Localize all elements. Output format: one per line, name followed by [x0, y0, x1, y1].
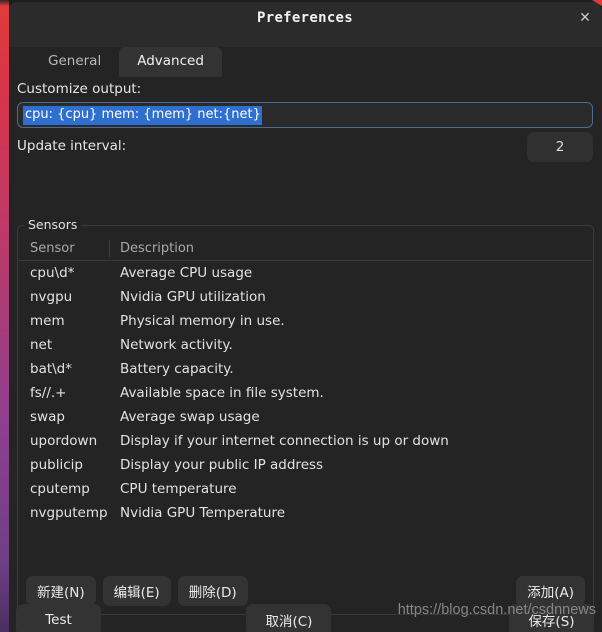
cell-description: Nvidia GPU utilization	[110, 289, 266, 305]
update-interval-spinner[interactable]: 2	[527, 132, 593, 162]
sensors-table-header: Sensor Description	[19, 236, 592, 261]
table-row[interactable]: cpu\d*Average CPU usage	[19, 261, 592, 285]
cell-description: Average CPU usage	[110, 265, 252, 281]
cancel-button[interactable]: 取消(C)	[246, 604, 331, 632]
table-row[interactable]: publicipDisplay your public IP address	[19, 453, 592, 477]
customize-output-field-wrap: cpu: {cpu} mem: {mem} net:{net}	[8, 100, 602, 128]
sensors-group-title: Sensors	[24, 217, 81, 232]
table-row[interactable]: cputempCPU temperature	[19, 477, 592, 501]
cell-description: Physical memory in use.	[110, 313, 285, 329]
cell-description: Display your public IP address	[110, 457, 323, 473]
cell-sensor: cpu\d*	[19, 265, 110, 281]
screenshot-root: Preferences ✕ General Advanced Customize…	[0, 0, 602, 632]
table-row[interactable]: nvgpuNvidia GPU utilization	[19, 285, 592, 309]
table-row[interactable]: nvgputempNvidia GPU Temperature	[19, 501, 592, 525]
preferences-window: Preferences ✕ General Advanced Customize…	[8, 2, 602, 632]
cell-sensor: mem	[19, 313, 110, 329]
table-row[interactable]: swapAverage swap usage	[19, 405, 592, 429]
cell-description: CPU temperature	[110, 481, 237, 497]
cell-sensor: fs//.+	[19, 385, 110, 401]
tab-general[interactable]: General	[30, 47, 119, 77]
cell-description: Average swap usage	[110, 409, 260, 425]
tab-advanced[interactable]: Advanced	[119, 47, 222, 77]
customize-output-label: Customize output:	[8, 77, 602, 100]
cell-sensor: bat\d*	[19, 361, 110, 377]
table-row[interactable]: bat\d*Battery capacity.	[19, 357, 592, 381]
update-interval-row: Update interval: 2	[8, 128, 602, 174]
table-row[interactable]: fs//.+Available space in file system.	[19, 381, 592, 405]
sensors-table-body: cpu\d*Average CPU usagenvgpuNvidia GPU u…	[19, 261, 592, 525]
window-title: Preferences	[257, 10, 353, 26]
cell-sensor: nvgpu	[19, 289, 110, 305]
cell-sensor: upordown	[19, 433, 110, 449]
cell-description: Network activity.	[110, 337, 233, 353]
window-edge-accent-gradient	[0, 0, 9, 632]
customize-output-input[interactable]: cpu: {cpu} mem: {mem} net:{net}	[17, 102, 593, 128]
sensors-groupbox: Sensors Sensor Description cpu\d*Average…	[17, 225, 594, 615]
cell-sensor: swap	[19, 409, 110, 425]
update-interval-value: 2	[556, 139, 565, 155]
dialog-action-bar: Test 取消(C) 保存(S)	[8, 602, 602, 632]
cell-description: Display if your internet connection is u…	[110, 433, 449, 449]
table-row[interactable]: netNetwork activity.	[19, 333, 592, 357]
save-button[interactable]: 保存(S)	[509, 604, 594, 632]
update-interval-label: Update interval:	[8, 138, 602, 154]
cell-description: Available space in file system.	[110, 385, 324, 401]
cell-sensor: net	[19, 337, 110, 353]
tab-bar: General Advanced	[8, 47, 602, 77]
close-icon[interactable]: ✕	[574, 7, 596, 29]
cell-sensor: cputemp	[19, 481, 110, 497]
cell-sensor: publicip	[19, 457, 110, 473]
cell-description: Battery capacity.	[110, 361, 234, 377]
table-row[interactable]: memPhysical memory in use.	[19, 309, 592, 333]
cell-description: Nvidia GPU Temperature	[110, 505, 285, 521]
customize-output-value: cpu: {cpu} mem: {mem} net:{net}	[23, 106, 262, 125]
sensors-table: Sensor Description cpu\d*Average CPU usa…	[19, 236, 592, 566]
cell-sensor: nvgputemp	[19, 505, 110, 521]
column-header-description: Description	[110, 241, 194, 256]
table-row[interactable]: upordownDisplay if your internet connect…	[19, 429, 592, 453]
test-button[interactable]: Test	[16, 604, 101, 632]
column-header-sensor: Sensor	[19, 241, 109, 256]
dialog-body: General Advanced Customize output: cpu: …	[8, 47, 602, 632]
titlebar: Preferences ✕	[8, 2, 602, 33]
